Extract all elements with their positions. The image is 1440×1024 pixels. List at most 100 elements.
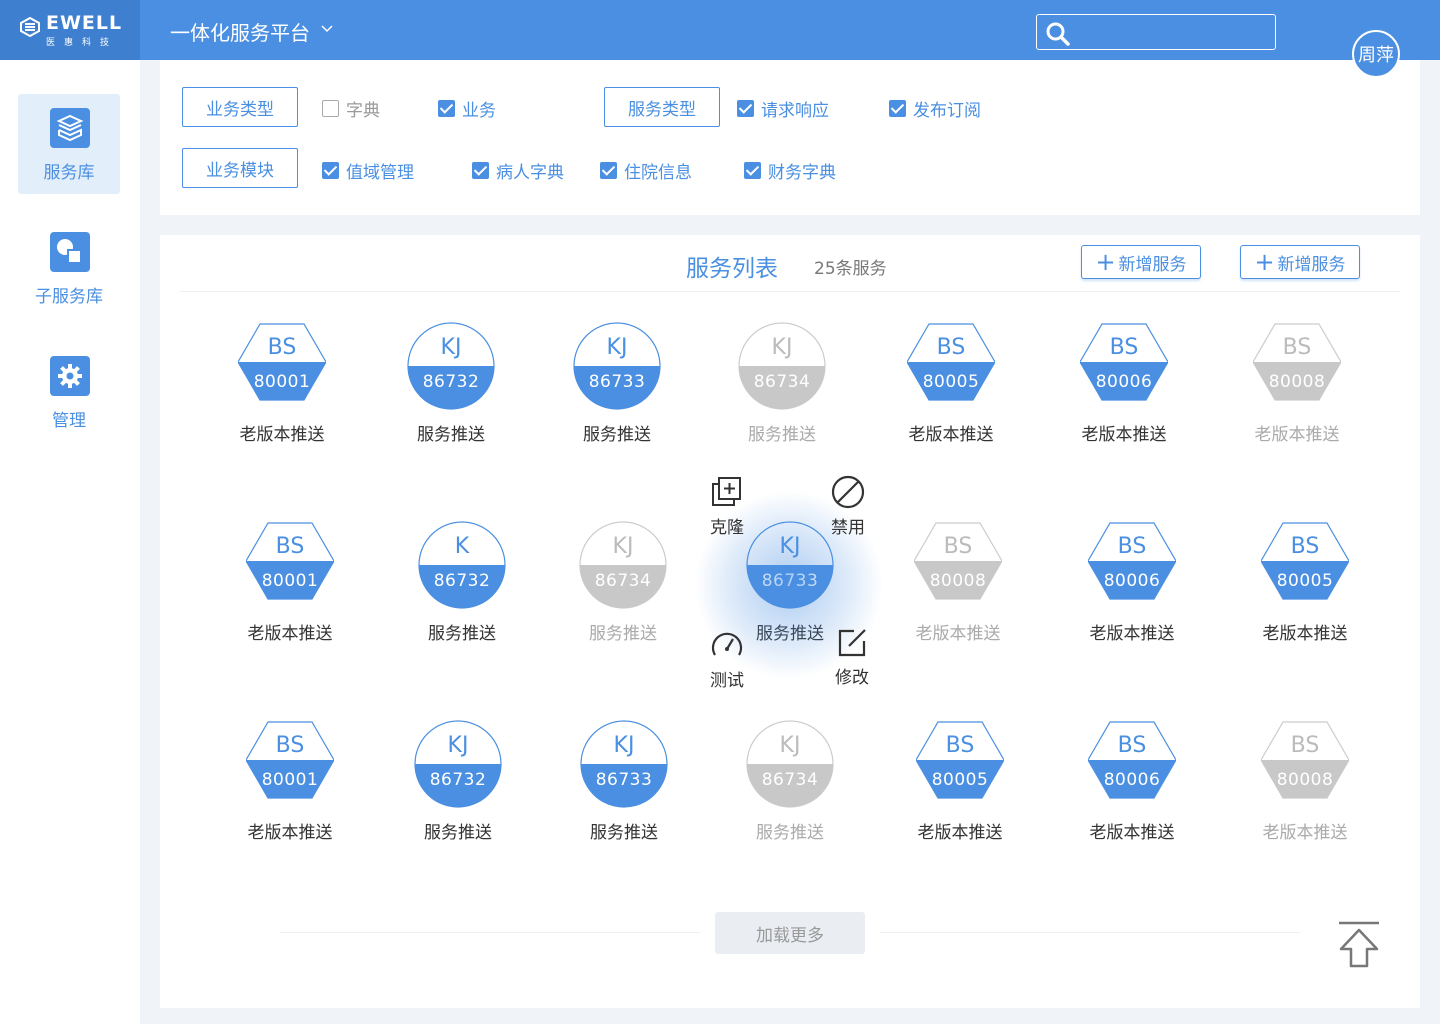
speedometer-icon	[711, 632, 743, 656]
clone-action[interactable]: 克隆	[697, 475, 757, 538]
search-icon[interactable]	[1045, 21, 1071, 47]
filter-checkbox-request-response[interactable]: 请求响应	[737, 96, 829, 121]
add-service-button-2[interactable]: + 新增服务	[1240, 245, 1360, 279]
checkbox-label: 值域管理	[346, 163, 414, 183]
service-badge-hexagon: BS 80008	[914, 521, 1002, 609]
service-label: 服务推送	[748, 425, 816, 445]
filter-checkbox-publish-subscribe[interactable]: 发布订阅	[889, 96, 981, 121]
service-item[interactable]: BS 80001 老版本推送	[230, 720, 350, 850]
service-item[interactable]: BS 80008 老版本推送	[1237, 322, 1357, 452]
service-item[interactable]: KJ 86732 服务推送	[398, 720, 518, 850]
filter-checkbox-dictionary[interactable]: 字典	[322, 96, 380, 121]
sidebar-item-service-library[interactable]: 服务库	[18, 94, 120, 194]
sidebar: 服务库 子服务库 管理	[0, 60, 140, 1024]
search-box[interactable]	[1036, 14, 1276, 50]
service-code: KJ	[771, 335, 793, 360]
cube-icon	[50, 108, 90, 148]
checkbox-label: 财务字典	[768, 163, 836, 183]
sidebar-item-sub-service-library[interactable]: 子服务库	[18, 218, 120, 318]
service-badge-hexagon: BS 80006	[1088, 521, 1176, 609]
service-item[interactable]: K 86732 服务推送	[402, 521, 522, 651]
service-number: 86733	[595, 770, 653, 790]
service-badge-hexagon: BS 80001	[246, 521, 334, 609]
service-badge-circle: KJ 86734	[579, 521, 667, 609]
add-service-button[interactable]: + 新增服务	[1081, 245, 1201, 279]
service-code: BS	[936, 335, 966, 360]
service-code: BS	[1282, 335, 1312, 360]
chevron-down-icon[interactable]	[321, 24, 333, 34]
service-label: 老版本推送	[915, 624, 1001, 644]
service-badge-circle: KJ 86732	[407, 322, 495, 410]
service-item[interactable]: BS 80006 老版本推送	[1072, 720, 1192, 850]
test-action[interactable]: 测试	[697, 628, 757, 691]
service-code: BS	[943, 534, 973, 559]
service-number: 80008	[929, 571, 987, 591]
checkbox-icon	[737, 100, 754, 117]
service-item[interactable]: KJ 86734 服务推送	[563, 521, 683, 651]
filter-checkbox-value-domain[interactable]: 值域管理	[322, 158, 414, 183]
service-item[interactable]: KJ 86734 服务推送	[722, 322, 842, 452]
service-number: 80008	[1276, 770, 1334, 790]
service-item[interactable]: BS 80008 老版本推送	[1245, 720, 1365, 850]
service-item[interactable]: BS 80001 老版本推送	[230, 521, 350, 651]
filter-checkbox-finance-dictionary[interactable]: 财务字典	[744, 158, 836, 183]
service-item[interactable]: BS 80001 老版本推送	[222, 322, 342, 452]
service-code: KJ	[612, 534, 634, 559]
service-item[interactable]: BS 80005 老版本推送	[891, 322, 1011, 452]
service-number: 80001	[261, 770, 319, 790]
filter-checkbox-patient-dictionary[interactable]: 病人字典	[472, 158, 564, 183]
service-badge-hexagon: BS 80006	[1080, 322, 1168, 410]
logo-text: EWELL	[46, 12, 123, 34]
platform-title[interactable]: 一体化服务平台	[170, 17, 310, 46]
service-code: KJ	[613, 733, 635, 758]
checkbox-icon	[472, 162, 489, 179]
filter-checkbox-inpatient-info[interactable]: 住院信息	[600, 158, 692, 183]
clone-icon	[712, 477, 741, 506]
service-item[interactable]: BS 80005 老版本推送	[900, 720, 1020, 850]
filter-panel: 业务类型 字典 业务 服务类型 请求响应 发布订阅 业务模块 值域管理 病人字典…	[160, 60, 1420, 215]
service-badge-circle: KJ 86733	[580, 720, 668, 808]
service-item[interactable]: KJ 86733 服务推送	[557, 322, 677, 452]
divider	[280, 932, 700, 933]
sidebar-item-label: 服务库	[43, 163, 95, 183]
load-more-button[interactable]: 加载更多	[715, 912, 865, 954]
edit-label: 修改	[835, 668, 869, 688]
list-title: 服务列表	[686, 256, 778, 282]
service-number: 80005	[931, 770, 989, 790]
checkbox-label: 字典	[346, 101, 380, 121]
add-service-label: 新增服务	[1277, 254, 1346, 275]
service-number: 80001	[253, 372, 311, 392]
business-type-button[interactable]: 业务类型	[182, 87, 298, 127]
service-label: 老版本推送	[1089, 624, 1175, 644]
service-item[interactable]: BS 80006 老版本推送	[1072, 521, 1192, 651]
service-type-button[interactable]: 服务类型	[604, 87, 720, 127]
service-item[interactable]: KJ 86734 服务推送	[730, 720, 850, 850]
service-code: BS	[275, 733, 305, 758]
service-code: BS	[1117, 534, 1147, 559]
service-item[interactable]: KJ 86732 服务推送	[391, 322, 511, 452]
sidebar-item-label: 子服务库	[35, 287, 103, 307]
service-item[interactable]: BS 80006 老版本推送	[1064, 322, 1184, 452]
filter-checkbox-business[interactable]: 业务	[438, 96, 496, 121]
edit-action[interactable]: 修改	[822, 625, 882, 688]
test-label: 测试	[710, 671, 744, 691]
service-badge-hexagon: BS 80008	[1261, 720, 1349, 808]
sidebar-item-management[interactable]: 管理	[18, 342, 120, 442]
service-item[interactable]: BS 80008 老版本推送	[898, 521, 1018, 651]
service-item[interactable]: BS 80005 老版本推送	[1245, 521, 1365, 651]
search-input[interactable]	[1077, 19, 1267, 45]
service-number: 86732	[422, 372, 480, 392]
service-label: 服务推送	[424, 823, 492, 843]
user-avatar[interactable]: 周萍	[1352, 30, 1400, 78]
back-to-top-icon[interactable]	[1337, 920, 1381, 970]
service-number: 86732	[433, 571, 491, 591]
disable-action[interactable]: 禁用	[818, 475, 878, 538]
service-item[interactable]: KJ 86733 服务推送	[564, 720, 684, 850]
logo[interactable]: EWELL 医惠科技	[0, 0, 140, 60]
service-code: BS	[275, 534, 305, 559]
service-number: 86734	[594, 571, 652, 591]
business-module-button[interactable]: 业务模块	[182, 148, 298, 188]
service-code: KJ	[606, 335, 628, 360]
checkbox-icon	[438, 100, 455, 117]
service-code: BS	[1290, 534, 1320, 559]
